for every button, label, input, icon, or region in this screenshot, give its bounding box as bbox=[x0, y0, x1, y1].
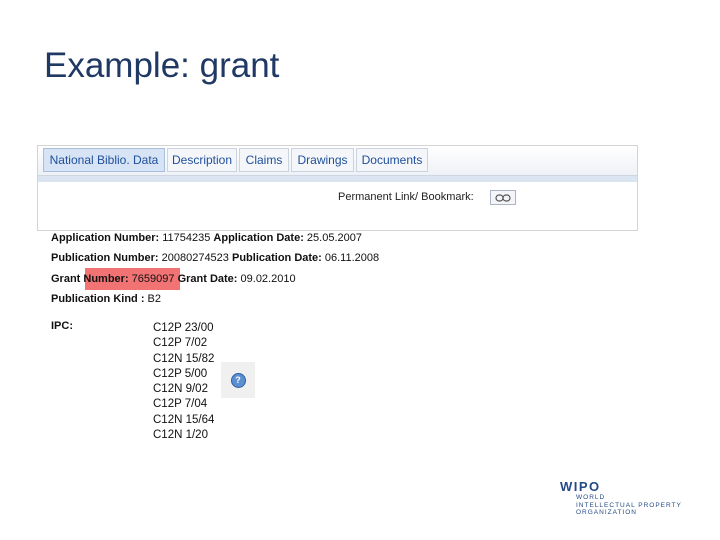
tab-documents[interactable]: Documents bbox=[356, 148, 428, 172]
ipc-label: IPC: bbox=[51, 320, 73, 332]
publication-number-label: Publication Number: bbox=[51, 252, 159, 264]
publication-row: Publication Number: 20080274523 Publicat… bbox=[51, 252, 379, 264]
permalink-button[interactable] bbox=[490, 190, 516, 205]
publication-date-value: 06.11.2008 bbox=[321, 252, 380, 264]
ipc-code-list: C12P 23/00 C12P 7/02 C12N 15/82 C12P 5/0… bbox=[153, 321, 214, 443]
ipc-code: C12P 7/02 bbox=[153, 337, 208, 350]
grant-date-label: Grant Date: bbox=[177, 273, 238, 285]
wipo-logo-main: WIPO bbox=[560, 479, 601, 494]
slide-title: Example: grant bbox=[44, 46, 280, 85]
grant-date-value: 09.02.2010 bbox=[237, 273, 296, 285]
wipo-logo: WIPO WORLD INTELLECTUAL PROPERTY ORGANIZ… bbox=[560, 479, 682, 517]
tab-bar: National Biblio. Data Description Claims… bbox=[38, 146, 637, 176]
application-date-label: Application Date: bbox=[213, 232, 304, 244]
wipo-logo-line: INTELLECTUAL PROPERTY bbox=[576, 501, 682, 509]
publication-kind-row: Publication Kind : B2 bbox=[51, 293, 161, 305]
ipc-code: C12N 15/64 bbox=[153, 413, 215, 426]
publication-number-value: 20080274523 bbox=[158, 252, 232, 264]
question-mark-icon[interactable]: ? bbox=[230, 372, 246, 388]
publication-date-label: Publication Date: bbox=[231, 252, 322, 264]
wipo-logo-line: ORGANIZATION bbox=[576, 509, 637, 516]
tab-description[interactable]: Description bbox=[167, 148, 237, 172]
tab-strip bbox=[38, 176, 637, 182]
publication-kind-label: Publication Kind : bbox=[51, 293, 145, 305]
application-date-value: 25.05.2007 bbox=[303, 232, 362, 244]
tab-claims[interactable]: Claims bbox=[239, 148, 289, 172]
application-number-label: Application Number: bbox=[51, 232, 160, 244]
ipc-code: C12P 7/04 bbox=[153, 398, 208, 411]
publication-kind-value: B2 bbox=[144, 293, 162, 305]
wipo-logo-line: WORLD bbox=[576, 494, 606, 501]
biblio-panel: National Biblio. Data Description Claims… bbox=[37, 145, 638, 231]
tab-national-biblio-data[interactable]: National Biblio. Data bbox=[43, 148, 165, 172]
grant-number-label: Grant Number: bbox=[51, 273, 129, 285]
application-row: Application Number: 11754235 Application… bbox=[51, 232, 362, 244]
grant-row: Grant Number: 7659097 Grant Date: 09.02.… bbox=[51, 273, 296, 285]
chain-link-icon bbox=[495, 193, 511, 202]
ipc-code: C12N 9/02 bbox=[153, 383, 208, 396]
ipc-code: C12P 5/00 bbox=[153, 367, 208, 380]
ipc-code: C12N 15/82 bbox=[153, 352, 215, 365]
permalink-label: Permanent Link/ Bookmark: bbox=[338, 191, 474, 203]
ipc-help-box: ? bbox=[221, 362, 255, 398]
tab-drawings[interactable]: Drawings bbox=[291, 148, 354, 172]
application-number-value: 11754235 bbox=[159, 232, 214, 244]
ipc-code: C12P 23/00 bbox=[153, 322, 214, 334]
ipc-code: C12N 1/20 bbox=[153, 429, 208, 442]
grant-number-value: 7659097 bbox=[128, 273, 178, 285]
